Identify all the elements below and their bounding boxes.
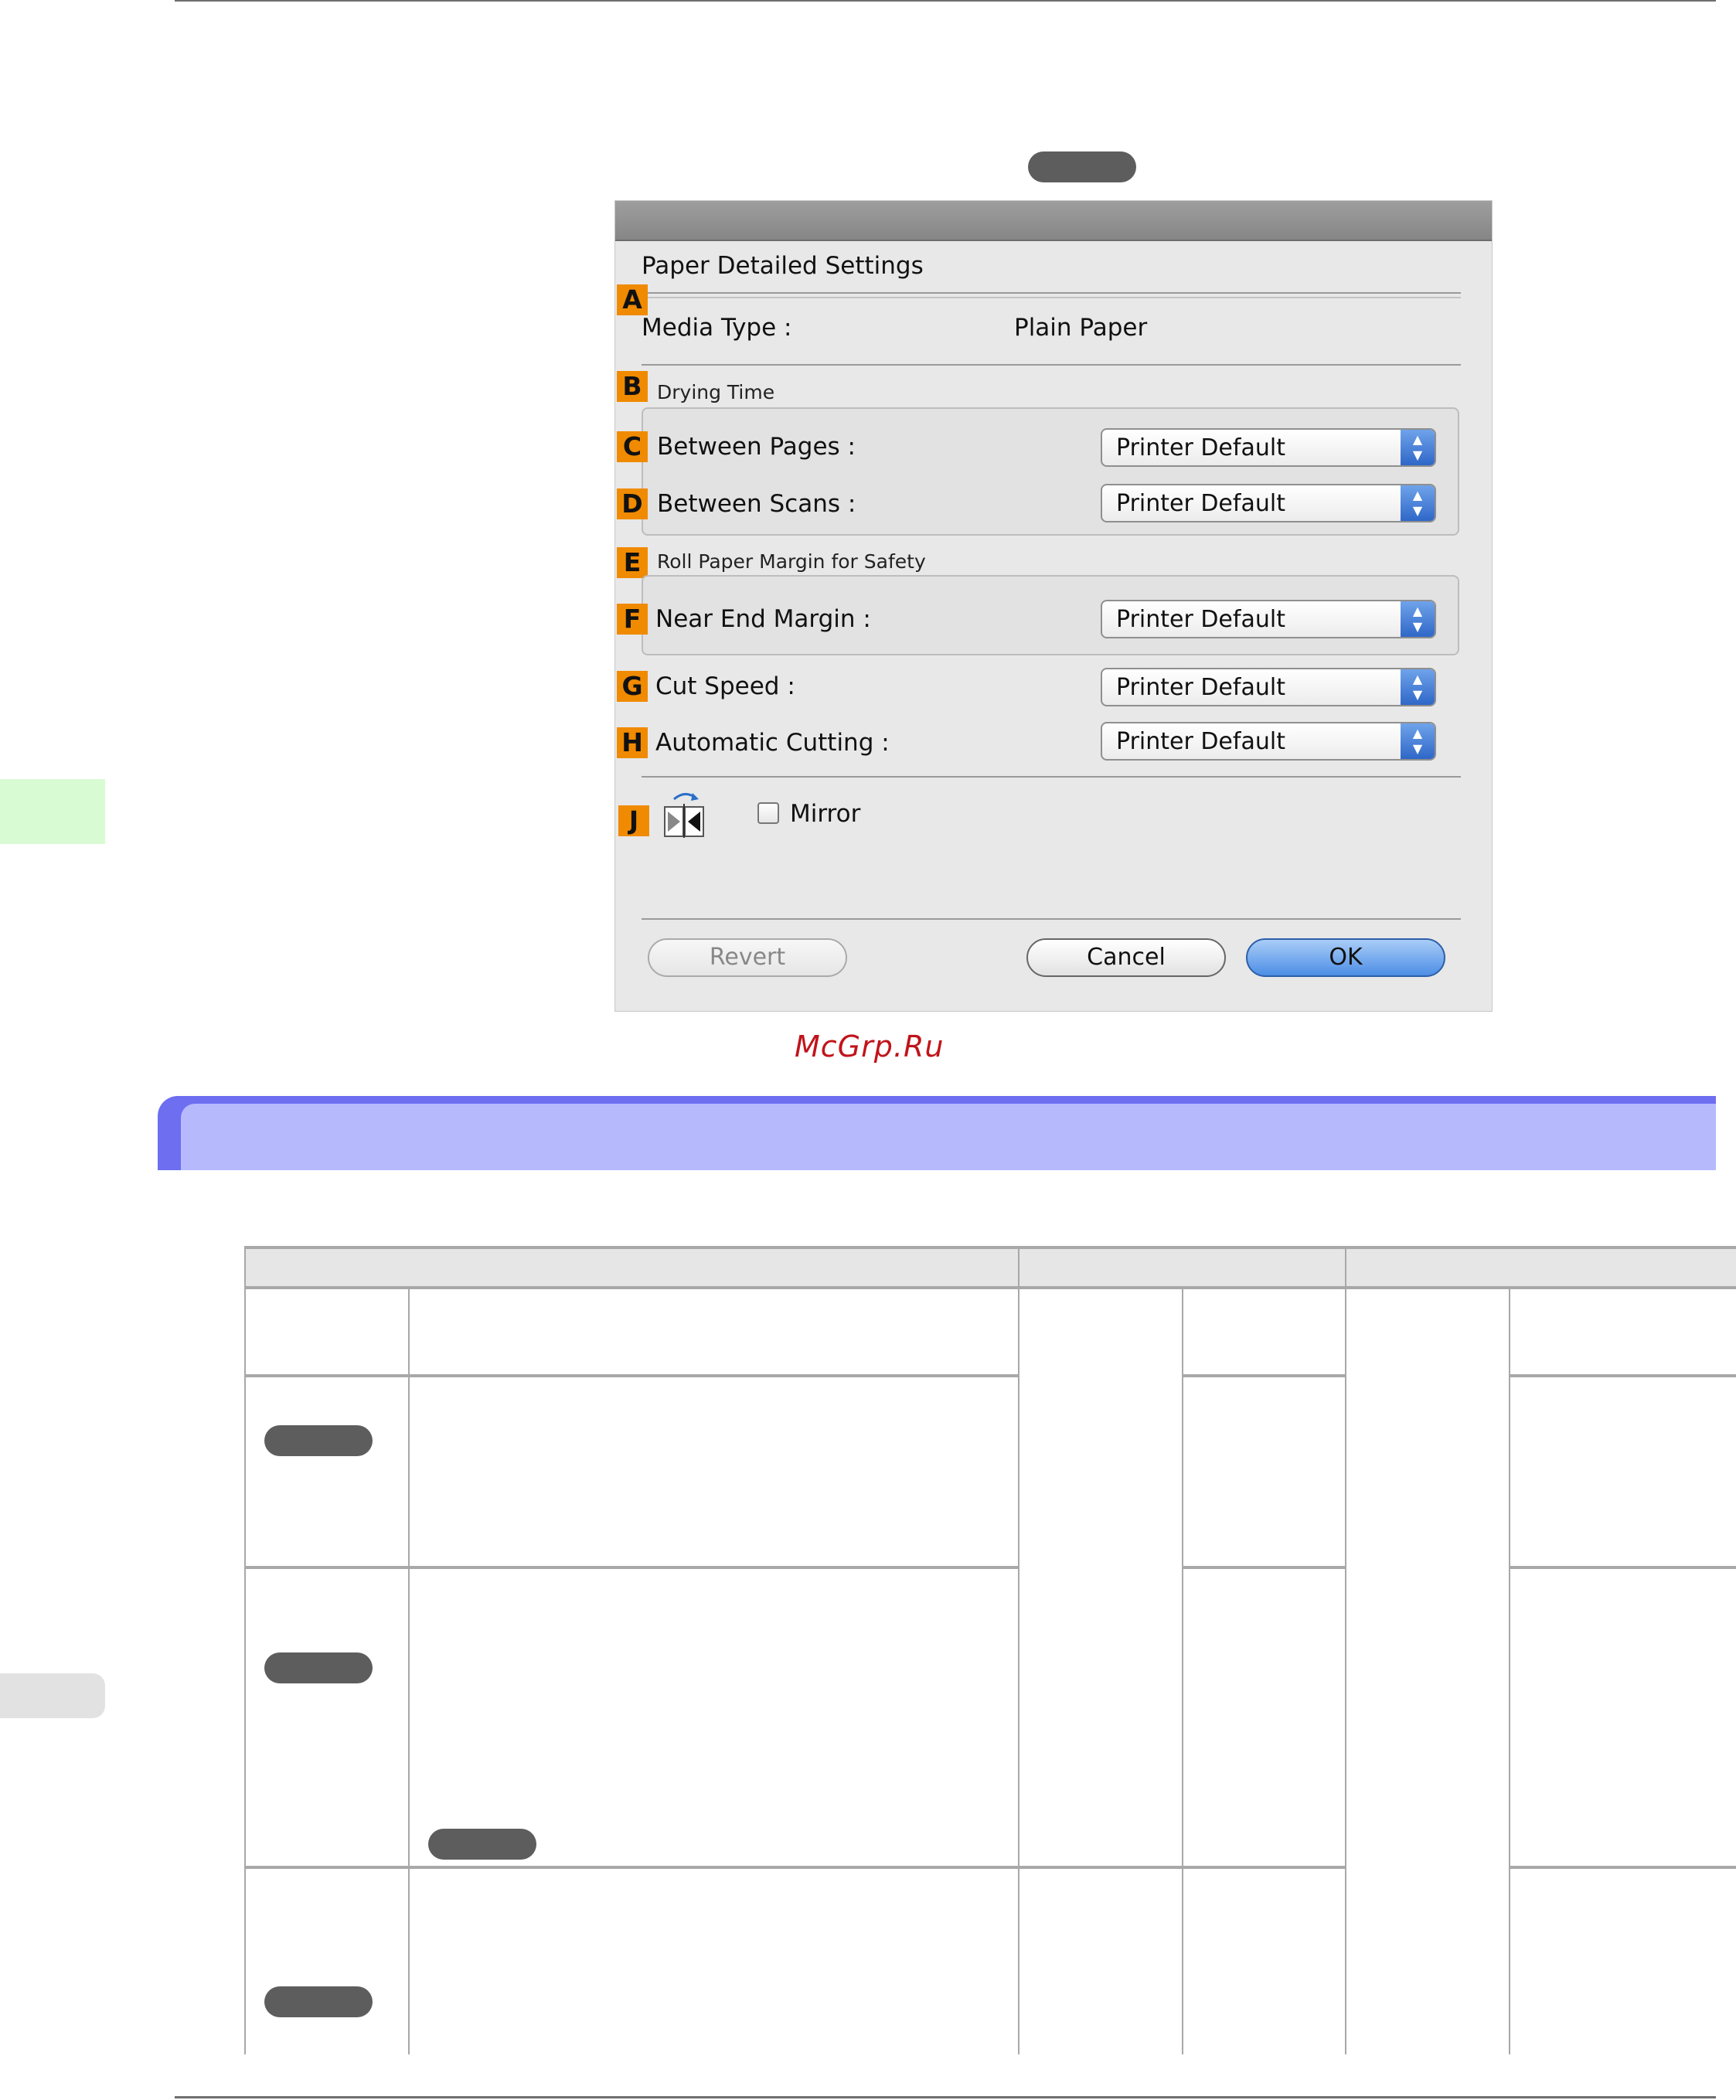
cancel-button[interactable]: Cancel — [1026, 938, 1226, 977]
paper-detailed-settings-dialog: Paper Detailed Settings A Media Type : P… — [615, 201, 1492, 1011]
callout-badge-e: E — [617, 547, 648, 578]
between-scans-label: Between Scans : — [657, 490, 856, 518]
callout-badge-a: A — [617, 284, 648, 315]
table-rule — [408, 1286, 410, 2054]
table-rule — [244, 1286, 1736, 1289]
table-rule — [1509, 1566, 1736, 1569]
table-rule — [244, 1246, 246, 2054]
table-rule — [244, 1374, 1019, 1377]
page-top-rule — [175, 0, 1716, 2]
redacted-reference — [264, 1986, 373, 2017]
divider — [642, 918, 1461, 920]
media-type-label: Media Type : — [642, 314, 792, 342]
redacted-reference — [1028, 151, 1136, 182]
roll-margin-label: Roll Paper Margin for Safety — [657, 550, 926, 573]
table-rule — [1509, 1866, 1736, 1869]
updown-arrows-icon: ▲ ▼ — [1401, 669, 1435, 705]
redacted-reference — [264, 1652, 373, 1683]
cut-speed-label: Cut Speed : — [655, 672, 795, 700]
table-rule — [244, 1246, 1736, 1249]
drying-time-label: Drying Time — [657, 381, 775, 403]
automatic-cutting-select[interactable]: Printer Default ▲ ▼ — [1101, 722, 1436, 761]
table-rule — [1018, 1246, 1019, 2054]
mirror-label: Mirror — [790, 800, 861, 828]
cut-speed-select[interactable]: Printer Default ▲ ▼ — [1101, 668, 1436, 706]
mirror-flip-icon — [664, 793, 704, 838]
table-rule — [1182, 1566, 1346, 1569]
divider — [642, 364, 1461, 366]
dialog-titlebar — [615, 201, 1492, 241]
revert-button[interactable]: Revert — [648, 938, 847, 977]
table-rule — [244, 1866, 1346, 1869]
table-rule — [1509, 1286, 1510, 2054]
between-scans-value: Printer Default — [1116, 490, 1285, 517]
cut-speed-value: Printer Default — [1116, 674, 1285, 701]
callout-badge-g: G — [617, 671, 648, 702]
page-bottom-rule — [175, 2096, 1716, 2098]
ok-button[interactable]: OK — [1246, 938, 1445, 977]
updown-arrows-icon: ▲ ▼ — [1401, 485, 1435, 521]
callout-badge-f: F — [617, 604, 648, 635]
between-pages-value: Printer Default — [1116, 434, 1285, 461]
section-banner — [181, 1104, 1716, 1170]
callout-badge-h: H — [617, 727, 648, 758]
near-end-margin-select[interactable]: Printer Default ▲ ▼ — [1101, 600, 1436, 638]
automatic-cutting-value: Printer Default — [1116, 728, 1285, 755]
divider — [642, 297, 1461, 298]
between-pages-label: Between Pages : — [657, 433, 856, 461]
divider — [642, 292, 1461, 294]
table-rule — [1509, 1374, 1736, 1377]
table-rule — [244, 1566, 1019, 1569]
watermark-text: McGrp.Ru — [795, 1030, 945, 1064]
dialog-heading: Paper Detailed Settings — [642, 252, 924, 280]
callout-badge-b: B — [617, 371, 648, 402]
table-rule — [1345, 1246, 1346, 2054]
mirror-checkbox[interactable] — [757, 802, 779, 824]
redacted-reference — [264, 1425, 373, 1456]
updown-arrows-icon: ▲ ▼ — [1401, 601, 1435, 637]
table-rule — [1182, 1286, 1183, 2054]
updown-arrows-icon: ▲ ▼ — [1401, 430, 1435, 465]
between-pages-select[interactable]: Printer Default ▲ ▼ — [1101, 428, 1436, 467]
callout-badge-j: J — [618, 805, 649, 836]
near-end-margin-label: Near End Margin : — [655, 605, 871, 633]
media-type-value: Plain Paper — [1014, 314, 1148, 342]
redacted-reference — [428, 1829, 536, 1860]
callout-badge-d: D — [617, 488, 648, 519]
updown-arrows-icon: ▲ ▼ — [1401, 723, 1435, 759]
side-tab-chapter — [0, 779, 105, 844]
table-rule — [1182, 1374, 1346, 1377]
between-scans-select[interactable]: Printer Default ▲ ▼ — [1101, 484, 1436, 522]
automatic-cutting-label: Automatic Cutting : — [655, 729, 890, 757]
side-tab-section — [0, 1673, 105, 1718]
callout-badge-c: C — [617, 431, 648, 462]
divider — [642, 776, 1461, 778]
near-end-margin-value: Printer Default — [1116, 606, 1285, 633]
table-header-row — [244, 1247, 1736, 1286]
